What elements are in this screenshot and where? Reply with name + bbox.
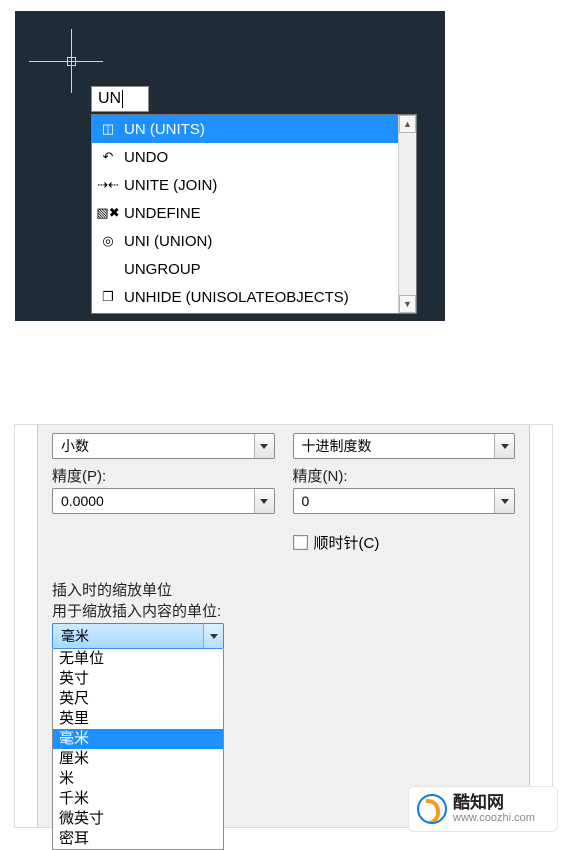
scroll-down-button[interactable]: ▼ (399, 295, 416, 313)
suggestion-label: UNI (UNION) (124, 233, 212, 250)
suggestion-label: UNITE (JOIN) (124, 177, 217, 194)
undefine-icon: ▧✖ (98, 204, 118, 222)
insertion-units-list: 无单位英寸英尺英里毫米厘米米千米微英寸密耳 (52, 649, 224, 850)
angle-column: 十进制度数 精度(N): 0 顺时针(C) (293, 433, 516, 553)
unit-option[interactable]: 英尺 (53, 689, 223, 709)
angle-type-value: 十进制度数 (302, 436, 372, 456)
length-precision-dropdown[interactable]: 0.0000 (52, 488, 275, 514)
dropdown-button-icon (494, 489, 514, 513)
units-dialog-frame: 小数 精度(P): 0.0000 十进制度数 精度(N): 0 (14, 424, 553, 828)
units-dialog: 小数 精度(P): 0.0000 十进制度数 精度(N): 0 (37, 425, 530, 827)
suggestion-scrollbar[interactable]: ▲ ▼ (398, 115, 416, 313)
suggestion-item[interactable]: ▧✖ UNDEFINE (92, 199, 398, 227)
join-icon: ⇢⇠ (98, 176, 118, 194)
unit-option[interactable]: 英寸 (53, 669, 223, 689)
blank-icon (98, 260, 118, 278)
clockwise-checkbox[interactable] (293, 535, 308, 550)
crosshair-cursor (65, 55, 79, 69)
length-column: 小数 精度(P): 0.0000 (52, 433, 275, 514)
unit-option[interactable]: 千米 (53, 789, 223, 809)
length-type-dropdown[interactable]: 小数 (52, 433, 275, 459)
dropdown-button-icon (254, 434, 274, 458)
unit-option[interactable]: 毫米 (53, 729, 223, 749)
suggestion-item[interactable]: ⇢⇠ UNITE (JOIN) (92, 171, 398, 199)
suggestion-label: UNHIDE (UNISOLATEOBJECTS) (124, 289, 349, 306)
dropdown-button-icon (203, 624, 223, 648)
watermark-logo-icon (417, 794, 447, 824)
length-precision-value: 0.0000 (61, 493, 104, 509)
angle-precision-value: 0 (302, 493, 310, 509)
suggestion-label: UNDO (124, 149, 168, 166)
suggestion-item[interactable]: ◎ UNI (UNION) (92, 227, 398, 255)
watermark-title: 酷知网 (453, 794, 535, 813)
angle-precision-label: 精度(N): (293, 465, 516, 486)
unit-option[interactable]: 厘米 (53, 749, 223, 769)
suggestion-item[interactable]: ↶ UNDO (92, 143, 398, 171)
dim-icon: ◫ (98, 120, 118, 138)
insertion-units-dropdown[interactable]: 毫米 (52, 623, 224, 649)
watermark: 酷知网 www.coozhi.com (408, 786, 558, 832)
unit-option[interactable]: 无单位 (53, 649, 223, 669)
cad-canvas: UN ◫ UN (UNITS) ↶ UNDO ⇢⇠ UNITE (JOIN) ▧✖ UNDEF… (15, 11, 445, 321)
insertion-subtitle: 用于缩放插入内容的单位: (52, 600, 515, 621)
suggestion-item[interactable]: ◫ UN (UNITS) (92, 115, 398, 143)
scroll-up-button[interactable]: ▲ (399, 115, 416, 133)
suggestion-label: UNDEFINE (124, 205, 201, 222)
undo-icon: ↶ (98, 148, 118, 166)
command-input-value: UN (98, 90, 121, 107)
command-suggestions: ◫ UN (UNITS) ↶ UNDO ⇢⇠ UNITE (JOIN) ▧✖ UNDEFINE… (91, 114, 417, 314)
insertion-units-value: 毫米 (61, 626, 89, 646)
scroll-track[interactable] (399, 133, 416, 295)
length-precision-label: 精度(P): (52, 465, 275, 486)
unit-option[interactable]: 微英寸 (53, 809, 223, 829)
angle-precision-dropdown[interactable]: 0 (293, 488, 516, 514)
suggestion-item[interactable]: UNGROUP (92, 255, 398, 283)
suggestion-label: UN (UNITS) (124, 121, 205, 138)
angle-type-dropdown[interactable]: 十进制度数 (293, 433, 516, 459)
insertion-title: 插入时的缩放单位 (52, 579, 515, 600)
watermark-url: www.coozhi.com (453, 812, 535, 824)
unit-option[interactable]: 米 (53, 769, 223, 789)
suggestion-list: ◫ UN (UNITS) ↶ UNDO ⇢⇠ UNITE (JOIN) ▧✖ UNDEFINE… (92, 115, 398, 313)
unit-option[interactable]: 密耳 (53, 829, 223, 849)
suggestion-label: UNGROUP (124, 261, 201, 278)
clockwise-label: 顺时针(C) (314, 532, 380, 553)
command-input[interactable]: UN (91, 86, 149, 112)
unit-option[interactable]: 英里 (53, 709, 223, 729)
length-type-value: 小数 (61, 436, 89, 456)
dropdown-button-icon (254, 489, 274, 513)
dropdown-button-icon (494, 434, 514, 458)
union-icon: ◎ (98, 232, 118, 250)
unhide-icon: ❐ (98, 288, 118, 306)
clockwise-row[interactable]: 顺时针(C) (293, 532, 516, 553)
suggestion-item[interactable]: ❐ UNHIDE (UNISOLATEOBJECTS) (92, 283, 398, 311)
